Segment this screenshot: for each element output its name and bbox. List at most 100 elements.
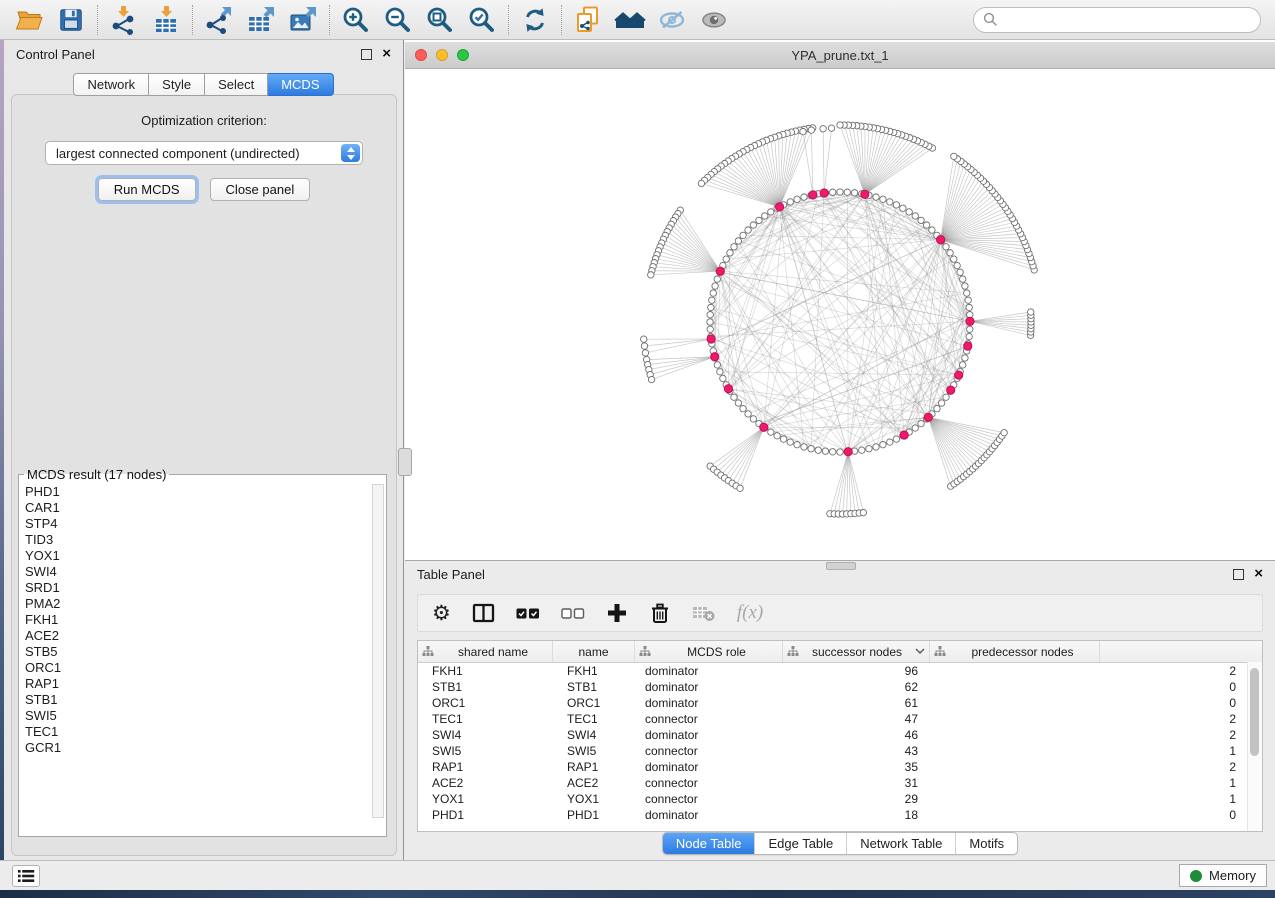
mcds-result-item[interactable]: PMA2 [19, 596, 386, 612]
zoom-out-button[interactable] [377, 3, 419, 37]
add-column-button[interactable] [606, 598, 628, 628]
network-file-button[interactable] [567, 3, 609, 37]
close-panel-icon[interactable]: × [1254, 569, 1263, 579]
mcds-result-item[interactable]: YOX1 [19, 548, 386, 564]
mcds-result-item[interactable]: SWI5 [19, 708, 386, 724]
table-row[interactable]: ORC1ORC1dominator610 [418, 695, 1262, 711]
close-panel-button[interactable]: Close panel [210, 178, 311, 201]
memory-button[interactable]: Memory [1179, 864, 1267, 887]
table-row[interactable]: STB1STB1dominator620 [418, 679, 1262, 695]
mcds-result-item[interactable]: CAR1 [19, 500, 386, 516]
table-settings-button[interactable]: ⚙ [432, 598, 451, 628]
mcds-result-item[interactable]: TID3 [19, 532, 386, 548]
minimize-window-icon[interactable] [436, 49, 448, 61]
scrollbar-thumb[interactable] [1250, 668, 1259, 756]
desktop-background-strip [0, 890, 1275, 898]
refresh-button[interactable] [514, 3, 556, 37]
column-header-filler [1100, 641, 1262, 662]
mcds-result-item[interactable]: GCR1 [19, 740, 386, 756]
column-header-mcds-role[interactable]: MCDS role [635, 641, 783, 662]
mcds-result-item[interactable]: ORC1 [19, 660, 386, 676]
table-row[interactable]: PHD1PHD1dominator180 [418, 807, 1262, 823]
show-eye-button[interactable] [693, 3, 735, 37]
mcds-result-item[interactable]: SWI4 [19, 564, 386, 580]
tab-network[interactable]: Network [73, 73, 149, 96]
close-panel-icon[interactable]: × [382, 49, 391, 59]
mcds-result-item[interactable]: STB1 [19, 692, 386, 708]
table-panel-splitter-handle[interactable] [826, 562, 856, 570]
open-file-button[interactable] [8, 3, 50, 37]
control-panel: Control Panel × Network Style Select MCD… [4, 40, 404, 860]
table-cell: 0 [930, 808, 1262, 822]
homes-button[interactable] [609, 3, 651, 37]
save-session-button[interactable] [50, 3, 92, 37]
list-scrollbar[interactable] [372, 484, 384, 818]
zoom-in-button[interactable] [335, 3, 377, 37]
tab-select[interactable]: Select [205, 73, 268, 96]
export-network-button[interactable] [198, 3, 240, 37]
table-cell: connector [635, 776, 783, 790]
mcds-result-item[interactable]: SRD1 [19, 580, 386, 596]
table-cell: SWI5 [418, 744, 553, 758]
mcds-result-item[interactable]: PHD1 [19, 484, 386, 500]
tab-network-table[interactable]: Network Table [846, 833, 955, 854]
close-window-icon[interactable] [415, 49, 427, 61]
node-table: shared name name MCDS role successor nod… [417, 640, 1263, 832]
show-log-button[interactable] [12, 865, 40, 887]
table-row[interactable]: SWI4SWI4dominator462 [418, 727, 1262, 743]
table-cell: dominator [635, 664, 783, 678]
table-row[interactable]: FKH1FKH1dominator962 [418, 663, 1262, 679]
network-window-titlebar[interactable]: YPA_prune.txt_1 [405, 42, 1275, 69]
tab-edge-table[interactable]: Edge Table [754, 833, 846, 854]
toolbar-separator [561, 5, 562, 35]
deselect-all-button[interactable] [561, 598, 585, 628]
delete-column-button[interactable] [649, 598, 671, 628]
column-header-successor-nodes[interactable]: successor nodes [783, 641, 930, 662]
table-row[interactable]: YOX1YOX1connector291 [418, 791, 1262, 807]
column-header-name[interactable]: name [553, 641, 635, 662]
mcds-result-item[interactable]: TEC1 [19, 724, 386, 740]
column-header-predecessor-nodes[interactable]: predecessor nodes [930, 641, 1100, 662]
float-window-icon[interactable] [361, 49, 372, 60]
table-tab-bar: Node Table Edge Table Network Table Moti… [405, 832, 1275, 855]
table-scrollbar[interactable] [1247, 662, 1262, 831]
table-cell: SWI4 [418, 728, 553, 742]
search-icon [983, 12, 998, 27]
network-canvas[interactable] [405, 69, 1275, 560]
tab-node-table[interactable]: Node Table [663, 833, 755, 854]
show-columns-button[interactable] [472, 598, 495, 628]
column-header-shared-name[interactable]: shared name [418, 641, 553, 662]
mcds-result-item[interactable]: STP4 [19, 516, 386, 532]
status-bar: Memory [0, 860, 1275, 890]
float-window-icon[interactable] [1233, 569, 1244, 580]
mcds-result-item[interactable]: RAP1 [19, 676, 386, 692]
sort-descending-icon [915, 648, 925, 655]
tab-mcds[interactable]: MCDS [268, 73, 333, 96]
search-input[interactable] [1004, 11, 1251, 28]
table-row[interactable]: ACE2ACE2connector311 [418, 775, 1262, 791]
search-box[interactable] [973, 7, 1261, 33]
table-cell: ACE2 [418, 776, 553, 790]
mcds-result-item[interactable]: ACE2 [19, 628, 386, 644]
export-image-button[interactable] [282, 3, 324, 37]
export-table-button[interactable] [240, 3, 282, 37]
import-network-button[interactable] [103, 3, 145, 37]
zoom-fit-button[interactable] [419, 3, 461, 37]
criterion-dropdown[interactable]: largest connected component (undirected) [45, 141, 363, 165]
table-row[interactable]: TEC1TEC1connector472 [418, 711, 1262, 727]
mcds-result-groupbox: MCDS result (17 nodes) PHD1CAR1STP4TID3Y… [18, 467, 387, 837]
run-mcds-button[interactable]: Run MCDS [98, 178, 196, 201]
tab-motifs[interactable]: Motifs [955, 833, 1017, 854]
table-row[interactable]: SWI5SWI5connector431 [418, 743, 1262, 759]
maximize-window-icon[interactable] [457, 49, 469, 61]
panel-splitter-handle[interactable] [398, 448, 412, 476]
hide-eye-button[interactable] [651, 3, 693, 37]
import-table-button[interactable] [145, 3, 187, 37]
table-row[interactable]: RAP1RAP1dominator352 [418, 759, 1262, 775]
zoom-selected-button[interactable] [461, 3, 503, 37]
tab-style[interactable]: Style [149, 73, 205, 96]
mcds-result-list: PHD1CAR1STP4TID3YOX1SWI4SRD1PMA2FKH1ACE2… [19, 484, 386, 820]
mcds-result-item[interactable]: STB5 [19, 644, 386, 660]
select-all-button[interactable] [516, 598, 540, 628]
mcds-result-item[interactable]: FKH1 [19, 612, 386, 628]
